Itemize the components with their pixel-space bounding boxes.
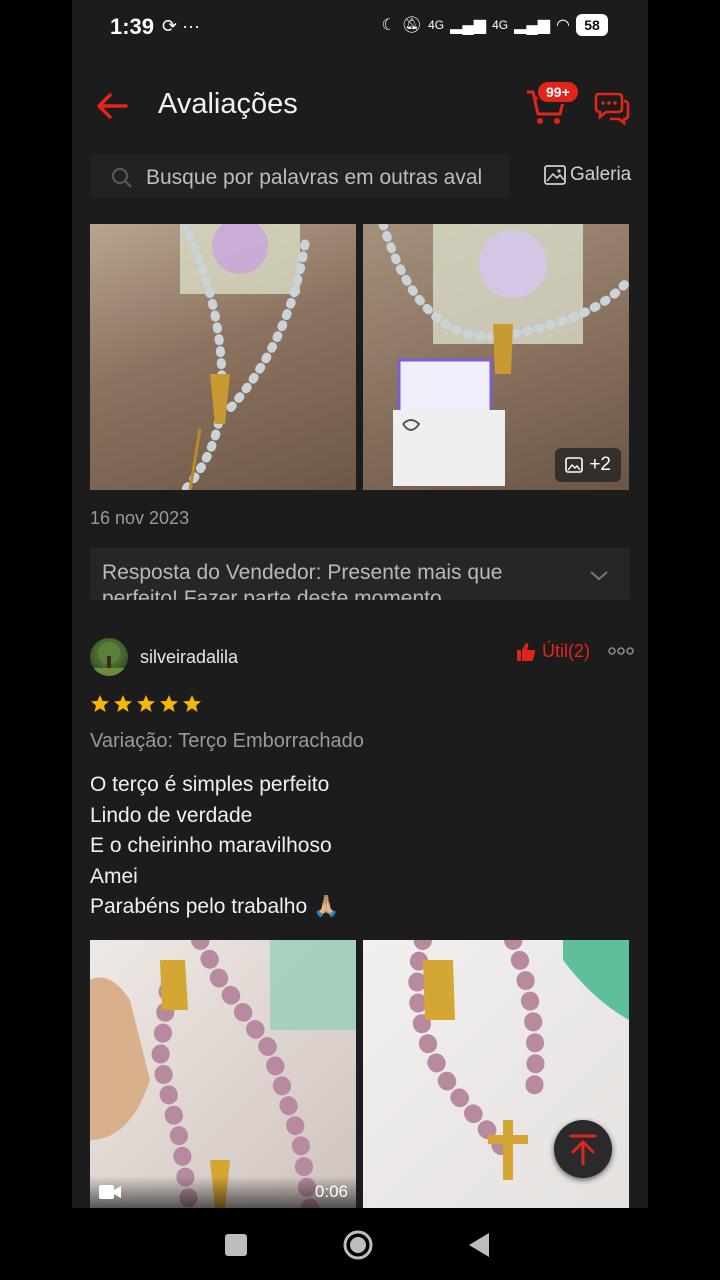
gallery-button[interactable]: Galeria xyxy=(544,164,631,186)
star-icon xyxy=(137,695,155,712)
recent-apps-icon[interactable] xyxy=(219,1228,253,1262)
variation-label: Variação: Terço Emborrachado xyxy=(90,730,364,752)
system-nav-bar xyxy=(0,1208,720,1280)
chat-icon[interactable] xyxy=(592,88,632,128)
rosary-photo-image xyxy=(180,224,310,490)
helpful-label: Útil(2) xyxy=(542,641,590,661)
review-line: Lindo de verdade xyxy=(90,803,253,827)
notification-icons: ⟳ ··· xyxy=(162,16,201,36)
home-icon[interactable] xyxy=(341,1228,375,1262)
tree-avatar-image xyxy=(90,642,128,676)
review-photo[interactable]: +2 xyxy=(363,224,629,490)
battery-icon: 58 xyxy=(576,14,608,36)
more-options-icon[interactable] xyxy=(608,642,634,660)
back-nav-icon[interactable] xyxy=(463,1228,497,1262)
signal-icon: ▂▄▆ xyxy=(514,17,551,34)
video-camera-icon xyxy=(99,1185,121,1199)
review-text: O terço é simples perfeito Lindo de verd… xyxy=(90,770,339,923)
review-line: E o cheirinho maravilhoso xyxy=(90,834,332,858)
review-video[interactable]: 0:06 xyxy=(90,940,356,1208)
wifi-icon: ◠ xyxy=(556,17,570,34)
top-bar: Avaliações 99+ xyxy=(72,64,648,148)
search-placeholder: Busque por palavras em outras aval xyxy=(146,166,483,189)
page-title: Avaliações xyxy=(158,88,298,120)
review-line: Amei xyxy=(90,864,138,888)
search-input[interactable]: Busque por palavras em outras aval xyxy=(90,154,510,198)
video-duration: 0:06 xyxy=(314,1182,348,1201)
reviews-list[interactable]: +2 16 nov 2023 Resposta do Vendedor: Pre… xyxy=(72,216,648,1208)
app-screen: 1:39 ⟳ ··· ☾ 🔕︎ 4G ▂▄▆ 4G ▂▄▆ ◠ 58 Avali… xyxy=(72,0,648,1208)
search-row: Busque por palavras em outras aval Galer… xyxy=(72,152,648,204)
rosary-video-image xyxy=(90,940,356,1208)
more-photos-badge: +2 xyxy=(555,448,621,482)
gallery-label: Galeria xyxy=(570,164,632,185)
seller-reply-text: Resposta do Vendedor: Presente mais que … xyxy=(102,561,503,600)
network-label-1: 4G xyxy=(428,18,445,32)
cart-count-badge: 99+ xyxy=(536,80,580,104)
chevron-down-icon[interactable] xyxy=(588,564,610,586)
review-line: O terço é simples perfeito xyxy=(90,773,330,796)
mute-icon: 🔕︎ xyxy=(401,17,423,34)
arrow-up-icon xyxy=(569,1134,597,1166)
thumbs-up-icon xyxy=(517,642,536,661)
back-to-top-button[interactable] xyxy=(554,1120,612,1178)
review-line: Parabéns pelo trabalho 🙏🏼 xyxy=(90,895,340,919)
reviewer-username[interactable]: silveiradalila xyxy=(140,647,238,668)
avatar[interactable] xyxy=(90,638,128,676)
star-icon xyxy=(160,695,178,712)
back-arrow-icon[interactable] xyxy=(92,86,132,126)
network-label-2: 4G xyxy=(492,18,509,32)
review-photo[interactable] xyxy=(90,224,356,490)
helpful-button[interactable]: Útil(2) xyxy=(516,641,590,662)
search-icon xyxy=(111,167,132,188)
signal-icon: ▂▄▆ xyxy=(450,17,487,34)
video-bar: 0:06 xyxy=(90,1176,356,1208)
star-icon xyxy=(91,695,109,712)
star-rating xyxy=(90,694,202,714)
status-right-icons: ☾ 🔕︎ 4G ▂▄▆ 4G ▂▄▆ ◠ 58 xyxy=(381,14,608,36)
star-icon xyxy=(114,695,132,712)
star-icon xyxy=(183,695,201,712)
review-date: 16 nov 2023 xyxy=(90,508,190,528)
status-bar: 1:39 ⟳ ··· ☾ 🔕︎ 4G ▂▄▆ 4G ▂▄▆ ◠ 58 xyxy=(72,0,648,56)
image-icon xyxy=(544,165,566,185)
image-icon xyxy=(565,457,584,473)
moon-icon: ☾ xyxy=(381,17,396,34)
seller-reply[interactable]: Resposta do Vendedor: Presente mais que … xyxy=(90,548,630,600)
more-photos-count: +2 xyxy=(589,454,611,475)
status-time: 1:39 xyxy=(110,14,155,39)
